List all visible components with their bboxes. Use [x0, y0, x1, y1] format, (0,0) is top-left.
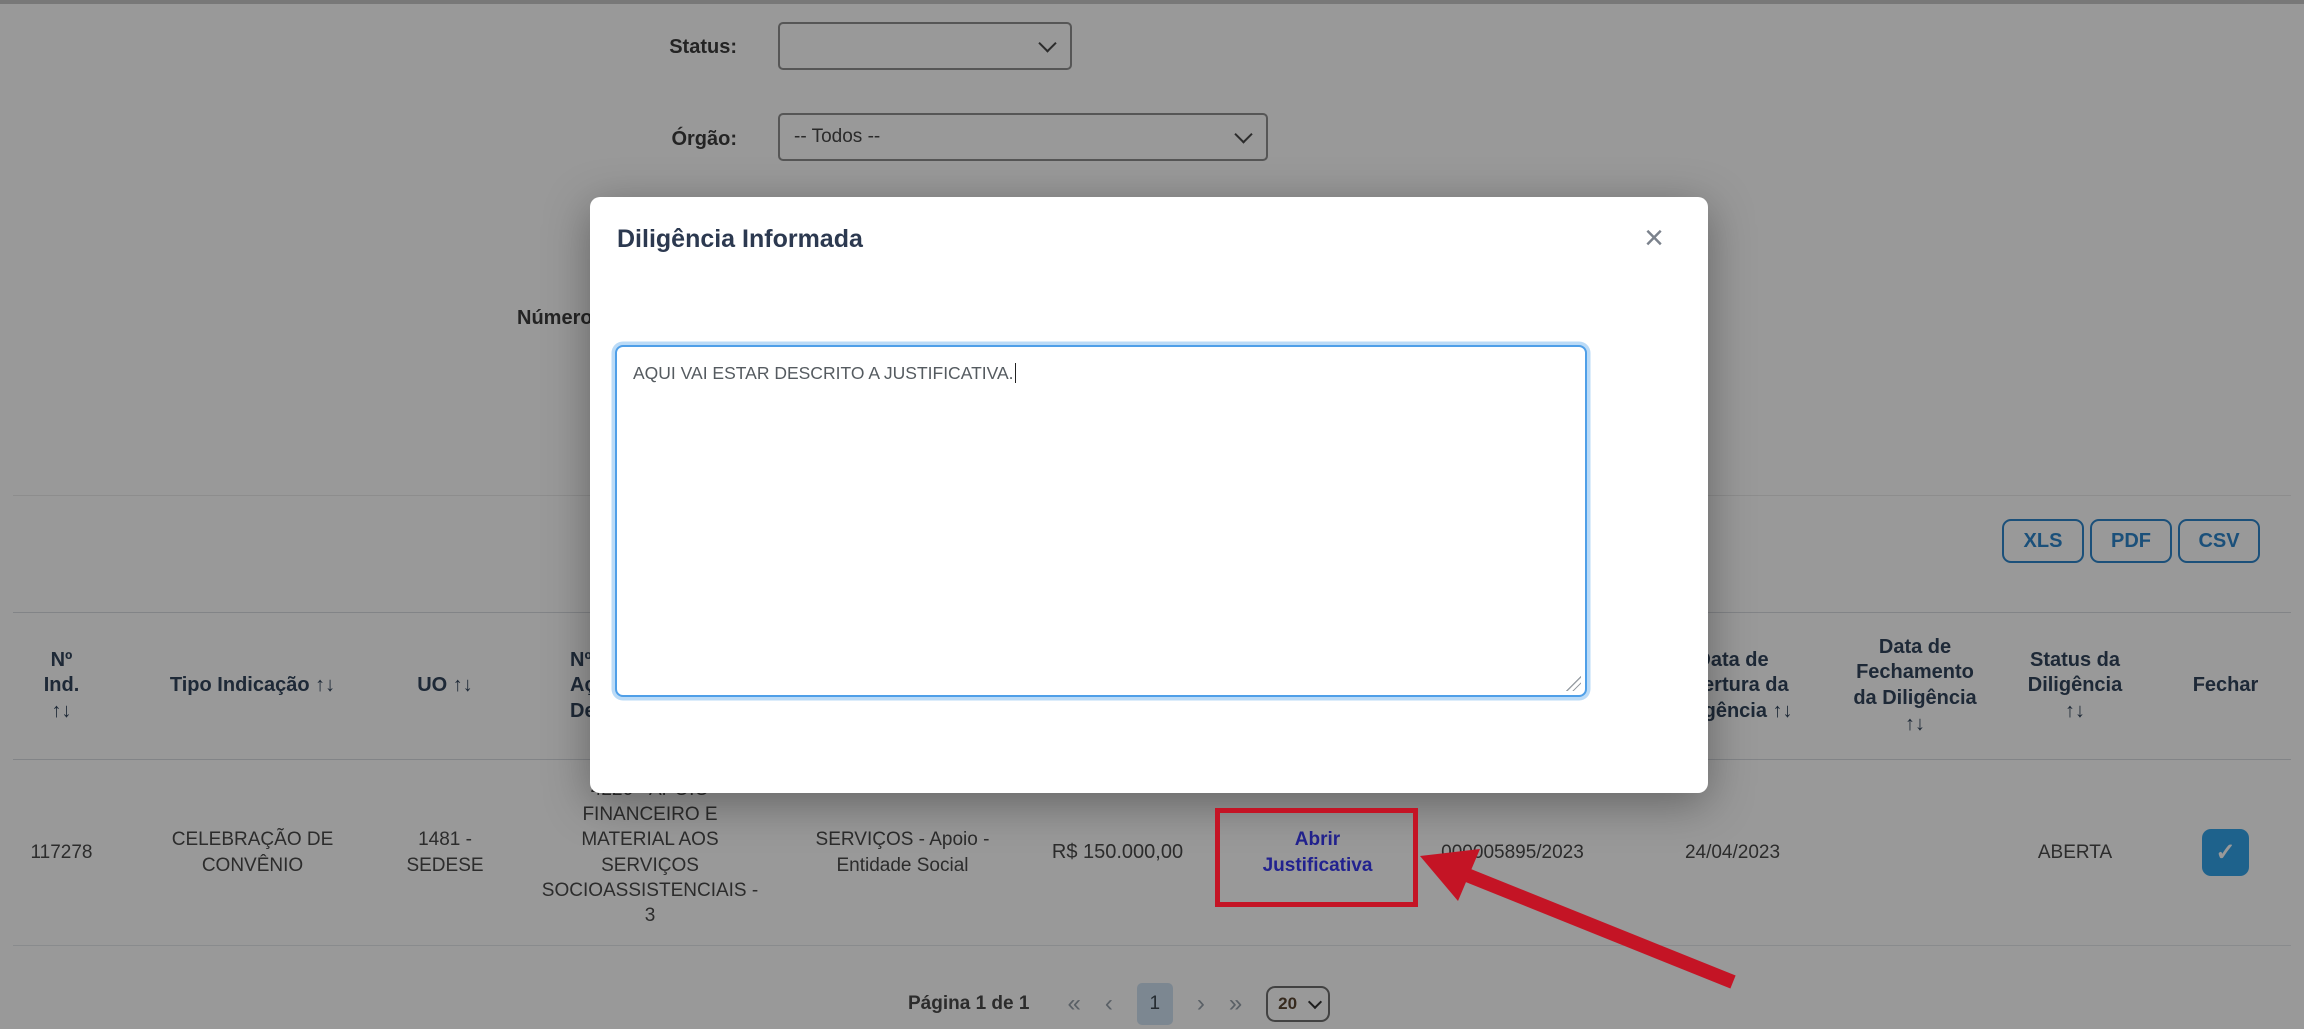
justificativa-text: AQUI VAI ESTAR DESCRITO A JUSTIFICATIVA. [633, 363, 1014, 383]
app-screen: Status: Órgão: -- Todos -- Número XLS PD… [0, 0, 2304, 1029]
resize-handle-icon[interactable] [1565, 675, 1581, 691]
modal-title: Diligência Informada [617, 225, 863, 254]
modal-close-button[interactable]: × [1644, 221, 1664, 255]
text-caret [1015, 363, 1017, 383]
justificativa-textarea[interactable]: AQUI VAI ESTAR DESCRITO A JUSTIFICATIVA. [615, 345, 1587, 697]
diligencia-modal: Diligência Informada × AQUI VAI ESTAR DE… [590, 197, 1708, 793]
